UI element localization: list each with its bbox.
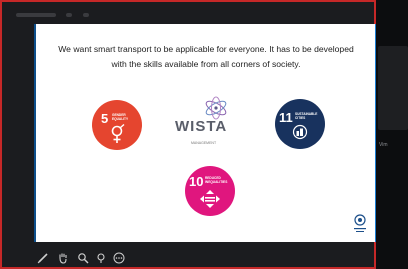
sdg-goal-10-badge: 10 REDUCED INEQUALITIES	[185, 166, 235, 216]
atom-icon	[205, 96, 227, 120]
title-placeholder	[16, 12, 56, 17]
equality-arrows-icon	[200, 190, 220, 208]
wista-logo: WISTA MANAGEMENT	[171, 96, 253, 156]
sdg-number: 10	[189, 174, 204, 189]
window-top-bar	[16, 6, 196, 17]
sdg-label: SUSTAINABLE CITIES	[295, 112, 318, 120]
pen-icon[interactable]	[36, 251, 50, 265]
more-icon[interactable]	[112, 251, 126, 265]
corner-logo-icon	[354, 214, 366, 232]
sdg-label: GENDER EQUALITY	[112, 113, 129, 121]
gender-equality-icon	[111, 124, 125, 143]
pointer-icon[interactable]	[94, 251, 108, 265]
hand-icon[interactable]	[56, 251, 70, 265]
sdg-label: REDUCED INEQUALITIES	[205, 176, 228, 184]
sdg-goal-5-badge: 5 GENDER EQUALITY	[92, 100, 142, 150]
wista-wordmark: WISTA	[175, 118, 228, 135]
sdg-number: 5	[101, 111, 109, 126]
presentation-window: We want smart transport to be applicable…	[0, 0, 378, 269]
video-thumbnail[interactable]	[378, 46, 408, 130]
sdg-number: 11	[279, 110, 293, 125]
dot-indicator	[66, 12, 73, 17]
sdg-goal-11-badge: 11 SUSTAINABLE CITIES	[275, 99, 325, 149]
dot-indicator	[82, 12, 89, 17]
slide-text: We want smart transport to be applicable…	[58, 44, 354, 69]
side-panel: Vim	[376, 0, 408, 269]
zoom-icon[interactable]	[76, 251, 90, 265]
slide: We want smart transport to be applicable…	[36, 24, 376, 242]
city-icon	[292, 124, 308, 140]
wista-subtitle: MANAGEMENT	[191, 141, 217, 145]
participant-label: Vim	[379, 142, 388, 148]
presenter-toolbar	[36, 251, 166, 267]
